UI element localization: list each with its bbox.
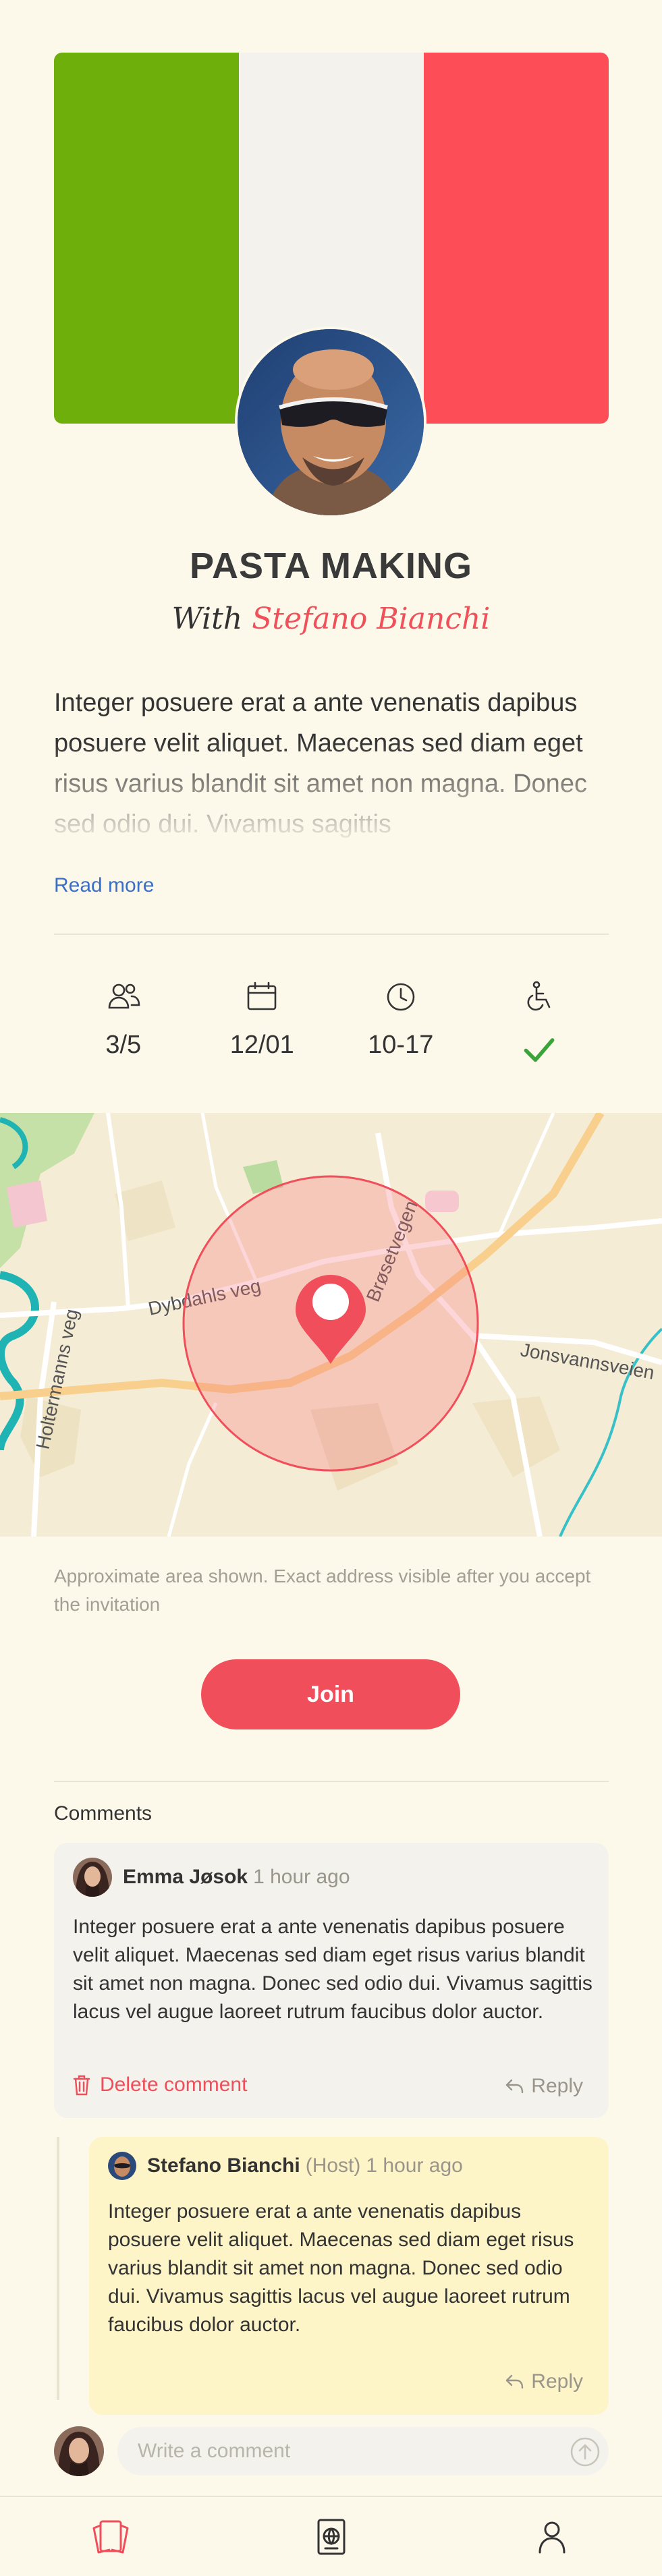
stat-date: 12/01 [193,978,332,1063]
comment-author[interactable]: Emma Jøsok [123,1866,248,1889]
cards-icon [92,2520,128,2553]
map-canvas: Dybdahls veg Brøsetvegen Holtermanns veg… [0,1113,662,1537]
comment-input[interactable] [117,2427,609,2475]
trash-icon [73,2075,90,2096]
tab-profile[interactable] [441,2497,662,2576]
comment-header: Emma Jøsok 1 hour ago [73,1858,350,1897]
bottom-tab-bar [0,2496,662,2576]
comment: Emma Jøsok 1 hour ago Integer posuere er… [54,1843,609,2118]
comment-text: Integer posuere erat a ante venenatis da… [73,1916,592,2023]
reply-icon [506,2079,524,2094]
with-label: With [171,602,243,636]
wheelchair-icon [527,981,551,1011]
stat-time: 10-17 [331,978,470,1063]
event-stats: 3/5 12/01 10-17 [54,978,609,1063]
comment-time: 1 hour ago [366,2154,463,2177]
comment-author[interactable]: Stefano Bianchi [147,2154,300,2177]
event-title: PASTA MAKING [190,546,472,586]
comment-time: 1 hour ago [253,1866,350,1888]
passport-icon [317,2519,345,2554]
stat-accessibility [470,978,609,1063]
divider [54,1781,609,1782]
flag-stripe-green [54,53,239,424]
tab-passport[interactable] [221,2497,441,2576]
reply-label: Reply [531,2370,583,2393]
host-line: With Stefano Bianchi [0,602,662,636]
reply-button[interactable]: Reply [504,2075,583,2098]
host-avatar[interactable] [235,326,426,518]
stat-participants: 3/5 [54,978,193,1063]
comment-text: Integer posuere erat a ante venenatis da… [108,2200,574,2336]
read-more-link[interactable]: Read more [54,874,154,897]
write-comment-row [54,2426,609,2477]
avatar[interactable] [73,1858,112,1897]
location-map[interactable]: Dybdahls veg Brøsetvegen Holtermanns veg… [0,1113,662,1537]
avatar[interactable] [54,2426,104,2476]
delete-comment-label: Delete comment [100,2073,248,2096]
tab-events[interactable] [0,2497,221,2576]
send-icon[interactable] [570,2436,601,2467]
reply-button[interactable]: Reply [504,2370,583,2393]
map-note: Approximate area shown. Exact address vi… [54,1566,591,1615]
stat-value: 3/5 [105,1031,142,1059]
delete-comment-button[interactable]: Delete comment [72,2073,247,2096]
comments-heading: Comments [54,1802,153,1825]
reply-icon [506,2374,524,2389]
people-icon [108,983,140,1009]
host-tag: (Host) [305,2154,361,2177]
stat-value: 12/01 [229,1031,294,1059]
clock-icon [387,983,415,1011]
comment-header: Stefano Bianchi (Host) 1 hour ago [108,2152,463,2180]
description-fade [54,742,609,843]
stat-value: 10-17 [368,1031,434,1059]
avatar[interactable] [108,2152,136,2180]
profile-icon [539,2521,565,2553]
join-button[interactable]: Join [201,1659,460,1729]
host-reply-comment: Stefano Bianchi (Host) 1 hour ago Intege… [89,2137,609,2415]
flag-stripe-red [424,53,609,424]
stat-value [520,1031,558,1063]
host-name[interactable]: Stefano Bianchi [252,602,490,636]
thread-line [57,2137,59,2400]
divider [54,934,609,935]
check-icon [524,1038,555,1062]
calendar-icon [247,981,277,1010]
reply-label: Reply [531,2075,583,2097]
